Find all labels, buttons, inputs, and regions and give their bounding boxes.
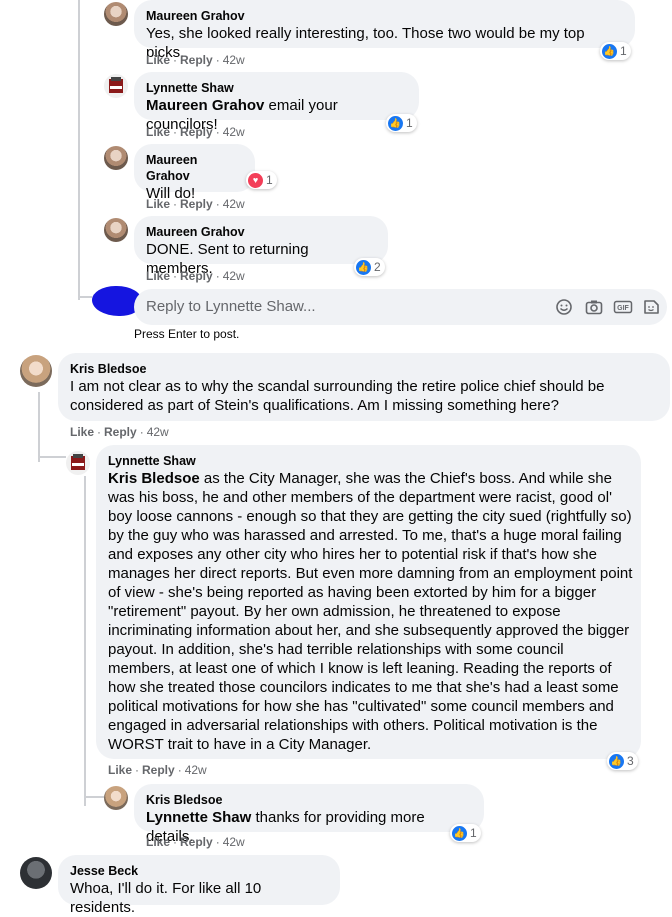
comment-author[interactable]: Maureen Grahov <box>146 224 376 240</box>
reply-button[interactable]: Reply <box>180 197 213 211</box>
like-button[interactable]: Like <box>146 269 170 283</box>
comment-body: as the City Manager, she was the Chief's… <box>108 470 633 753</box>
avatar[interactable] <box>104 786 128 810</box>
thread-line <box>38 392 40 462</box>
thread-line <box>38 456 66 458</box>
post-hint: Press Enter to post. <box>134 327 240 341</box>
thread-line <box>78 296 92 298</box>
comment-actions: Like · Reply · 42w <box>146 125 245 139</box>
camera-icon[interactable] <box>585 298 603 316</box>
reply-button[interactable]: Reply <box>180 53 213 67</box>
reply-button[interactable]: Reply <box>104 425 137 439</box>
comment-bubble: Maureen Grahov Will do! <box>134 144 255 202</box>
mention-link[interactable]: Maureen Grahov <box>146 97 264 114</box>
avatar[interactable] <box>104 218 128 242</box>
comment-author[interactable]: Kris Bledsoe <box>70 361 658 377</box>
reply-input[interactable]: Reply to Lynnette Shaw... GIF <box>134 289 667 325</box>
avatar-image <box>71 454 85 470</box>
comment-bubble: Lynnette Shaw Kris Bledsoe as the City M… <box>96 445 641 759</box>
reaction-badge[interactable]: 👍 2 <box>354 258 385 276</box>
love-icon: ♥ <box>248 172 263 188</box>
reaction-count: 1 <box>266 173 273 187</box>
svg-text:GIF: GIF <box>617 305 629 312</box>
reaction-badge[interactable]: 👍 3 <box>607 752 638 770</box>
gif-icon[interactable]: GIF <box>613 298 633 316</box>
avatar[interactable] <box>104 74 128 98</box>
comment-actions: Like · Reply · 42w <box>146 269 245 283</box>
sticker-icon[interactable] <box>642 298 660 316</box>
avatar-image <box>109 77 123 93</box>
reply-button[interactable]: Reply <box>180 269 213 283</box>
reply-button[interactable]: Reply <box>180 125 213 139</box>
timestamp[interactable]: 42w <box>185 763 207 777</box>
comment-author[interactable]: Lynnette Shaw <box>108 453 629 469</box>
comment-actions: Like · Reply · 42w <box>70 425 169 439</box>
like-button[interactable]: Like <box>146 125 170 139</box>
like-button[interactable]: Like <box>70 425 94 439</box>
like-button[interactable]: Like <box>108 763 132 777</box>
like-button[interactable]: Like <box>146 835 170 849</box>
timestamp[interactable]: 42w <box>147 425 169 439</box>
like-icon: 👍 <box>602 43 617 59</box>
comment-bubble: Maureen Grahov Yes, she looked really in… <box>134 0 635 61</box>
like-icon: 👍 <box>609 753 624 769</box>
comment-text: Whoa, I'll do it. For like all 10 reside… <box>70 880 262 916</box>
comment-text: Kris Bledsoe as the City Manager, she wa… <box>108 469 633 754</box>
avatar[interactable] <box>104 146 128 170</box>
comment-author[interactable]: Maureen Grahov <box>146 152 243 184</box>
comment-text: I am not clear as to why the scandal sur… <box>70 378 605 414</box>
reaction-count: 1 <box>620 44 627 58</box>
reaction-badge[interactable]: 👍 1 <box>386 114 417 132</box>
reaction-count: 2 <box>374 260 381 274</box>
reply-button[interactable]: Reply <box>142 763 175 777</box>
avatar[interactable] <box>104 2 128 26</box>
comment-actions: Like · Reply · 42w <box>146 835 245 849</box>
comment-author[interactable]: Jesse Beck <box>70 863 328 879</box>
comment-author[interactable]: Kris Bledsoe <box>146 792 472 808</box>
comment-bubble: Kris Bledsoe I am not clear as to why th… <box>58 353 670 421</box>
timestamp[interactable]: 42w <box>223 53 245 67</box>
comment-author[interactable]: Maureen Grahov <box>146 8 623 24</box>
comment-author[interactable]: Lynnette Shaw <box>146 80 407 96</box>
reply-button[interactable]: Reply <box>180 835 213 849</box>
reaction-badge[interactable]: 👍 1 <box>600 42 631 60</box>
thread-line <box>78 0 80 300</box>
reaction-count: 3 <box>627 754 634 768</box>
timestamp[interactable]: 42w <box>223 197 245 211</box>
avatar[interactable] <box>66 451 90 475</box>
like-button[interactable]: Like <box>146 197 170 211</box>
comment-bubble: Lynnette Shaw Maureen Grahov email your … <box>134 72 419 133</box>
like-button[interactable]: Like <box>146 53 170 67</box>
timestamp[interactable]: 42w <box>223 269 245 283</box>
comment-bubble: Maureen Grahov DONE. Sent to returning m… <box>134 216 388 277</box>
thread-line <box>84 476 86 806</box>
avatar[interactable] <box>20 857 52 889</box>
reaction-badge[interactable]: ♥ 1 <box>246 171 277 189</box>
reply-placeholder: Reply to Lynnette Shaw... <box>146 298 316 315</box>
reaction-count: 1 <box>406 116 413 130</box>
reaction-badge[interactable]: 👍 1 <box>450 824 481 842</box>
avatar[interactable] <box>20 355 52 387</box>
like-icon: 👍 <box>452 825 467 841</box>
emoji-icon[interactable] <box>555 298 573 316</box>
comment-bubble: Jesse Beck Whoa, I'll do it. For like al… <box>58 855 340 916</box>
like-icon: 👍 <box>356 259 371 275</box>
comment-actions: Like · Reply · 42w <box>146 197 245 211</box>
like-icon: 👍 <box>388 115 403 131</box>
timestamp[interactable]: 42w <box>223 125 245 139</box>
comment-actions: Like · Reply · 42w <box>108 763 207 777</box>
comment-actions: Like · Reply · 42w <box>146 53 245 67</box>
reaction-count: 1 <box>470 826 477 840</box>
timestamp[interactable]: 42w <box>223 835 245 849</box>
mention-link[interactable]: Kris Bledsoe <box>108 470 200 487</box>
thread-line <box>84 796 104 798</box>
mention-link[interactable]: Lynnette Shaw <box>146 809 251 826</box>
comment-bubble: Kris Bledsoe Lynnette Shaw thanks for pr… <box>134 784 484 845</box>
